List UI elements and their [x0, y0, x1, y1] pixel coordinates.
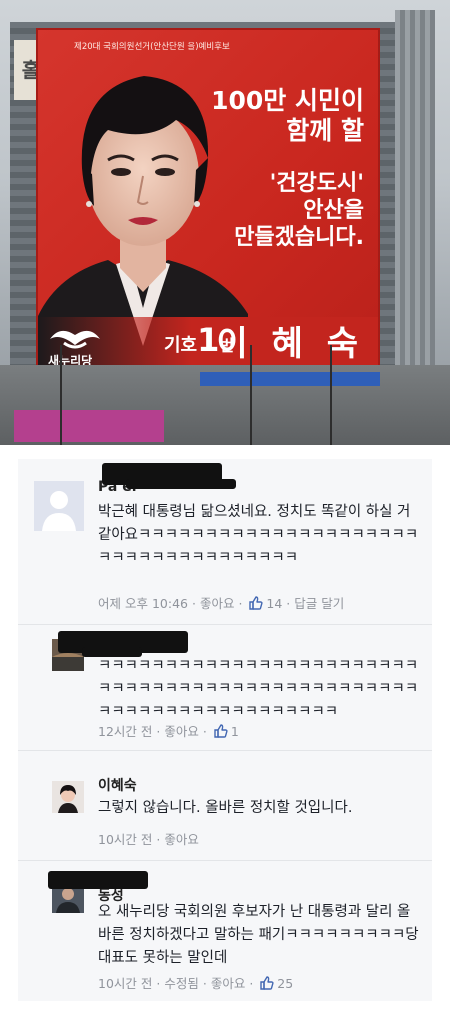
like-count: 25: [277, 976, 294, 991]
like-link[interactable]: 좋아요: [211, 976, 246, 991]
edited-label[interactable]: 수정됨: [164, 976, 199, 991]
tree-branch: [330, 345, 332, 445]
comment-time[interactable]: 12시간 전: [98, 724, 152, 739]
redaction-mark: [48, 871, 148, 889]
campaign-slogan: 100만 시민이 함께 할 '건강도시' 안산을 만들겠습니다.: [164, 86, 364, 251]
store-sign-pink: [14, 410, 164, 442]
slogan-line: 만들겠습니다.: [234, 225, 364, 250]
thumbs-up-icon: [214, 724, 228, 738]
comment-thread: Pa el 박근혜 대통령님 닮으셨네요. 정치도 똑같이 하실 거 같아요ㅋㅋ…: [0, 445, 450, 1024]
billboard-photo: 홀 제20대 국회의원선거(안산단원 을)예비후보 100만 시민이 함께 할 …: [0, 0, 450, 445]
like-link[interactable]: 좋아요: [200, 596, 235, 611]
comment-time[interactable]: 어제 오후 10:46: [98, 596, 188, 611]
tree-branch: [250, 345, 252, 445]
comment: Pa el 박근혜 대통령님 닮으셨네요. 정치도 똑같이 하실 거 같아요ㅋㅋ…: [18, 459, 432, 625]
comment-meta: 10시간 전 · 수정됨 · 좋아요 · 25: [98, 973, 293, 992]
reply-link[interactable]: 답글 달기: [294, 596, 344, 611]
separator: ·: [238, 596, 243, 611]
campaign-billboard: 제20대 국회의원선거(안산단원 을)예비후보 100만 시민이 함께 할 '건…: [38, 30, 378, 375]
separator: ·: [249, 976, 254, 991]
comment-text: ㅋㅋㅋㅋㅋㅋㅋㅋㅋㅋㅋㅋㅋㅋㅋㅋㅋㅋㅋㅋㅋㅋㅋㅋㅋㅋㅋㅋㅋㅋㅋㅋㅋㅋㅋㅋㅋㅋㅋㅋ…: [98, 658, 419, 720]
default-profile-icon[interactable]: [34, 481, 84, 531]
comment-time[interactable]: 10시간 전: [98, 976, 152, 991]
slogan-line: 함께 할: [286, 116, 364, 145]
comment: 이혜숙 그렇지 않습니다. 올바른 정치할 것입니다. 10시간 전 · 좋아요: [18, 751, 432, 861]
user-photo-icon[interactable]: [52, 781, 84, 813]
separator: ·: [286, 596, 291, 611]
slogan-line: 100만 시민이: [211, 86, 364, 115]
thumbs-up-icon: [260, 976, 274, 990]
comment-meta: 어제 오후 10:46 · 좋아요 · 14 · 답글 달기: [98, 593, 344, 612]
separator: ·: [202, 724, 207, 739]
separator: ·: [156, 832, 161, 847]
comment-text: 오 새누리당 국회의원 후보자가 난 대통령과 달리 올바른 정치하겠다고 말하…: [98, 904, 419, 966]
candidate-name: 이 혜 숙: [216, 324, 364, 364]
comment-meta: 10시간 전 · 좋아요: [98, 829, 199, 848]
like-link[interactable]: 좋아요: [164, 724, 199, 739]
comment-text: 그렇지 않습니다. 올바른 정치할 것입니다.: [98, 800, 353, 816]
slogan-line: '건강도시': [269, 171, 364, 196]
like-count: 1: [230, 724, 239, 739]
thumbs-up-icon: [249, 596, 264, 610]
comment: 동성 오 새누리당 국회의원 후보자가 난 대통령과 달리 올바른 정치하겠다고…: [18, 861, 432, 1001]
store-sign-blue: [200, 372, 380, 386]
redaction-mark: [126, 479, 236, 489]
separator: ·: [202, 976, 207, 991]
screenshot: 홀 제20대 국회의원선거(안산단원 을)예비후보 100만 시민이 함께 할 …: [0, 0, 450, 1024]
comment: ㅋㅋㅋㅋㅋㅋㅋㅋㅋㅋㅋㅋㅋㅋㅋㅋㅋㅋㅋㅋㅋㅋㅋㅋㅋㅋㅋㅋㅋㅋㅋㅋㅋㅋㅋㅋㅋㅋㅋㅋ…: [18, 625, 432, 751]
separator: ·: [191, 596, 196, 611]
candidate-number-label: 기호: [164, 335, 198, 356]
comment-author[interactable]: 이혜숙: [98, 775, 137, 795]
separator: ·: [156, 724, 161, 739]
comment-text: 박근혜 대통령님 닮으셨네요. 정치도 똑같이 하실 거 같아요ㅋㅋㅋㅋㅋㅋㅋㅋ…: [98, 504, 419, 566]
comment-time[interactable]: 10시간 전: [98, 832, 152, 847]
comment-meta: 12시간 전 · 좋아요 · 1: [98, 721, 239, 740]
separator: ·: [156, 976, 161, 991]
like-link[interactable]: 좋아요: [164, 832, 199, 847]
slogan-line: 안산을: [303, 198, 364, 223]
tree-branch: [60, 345, 62, 445]
like-count: 14: [266, 596, 283, 611]
